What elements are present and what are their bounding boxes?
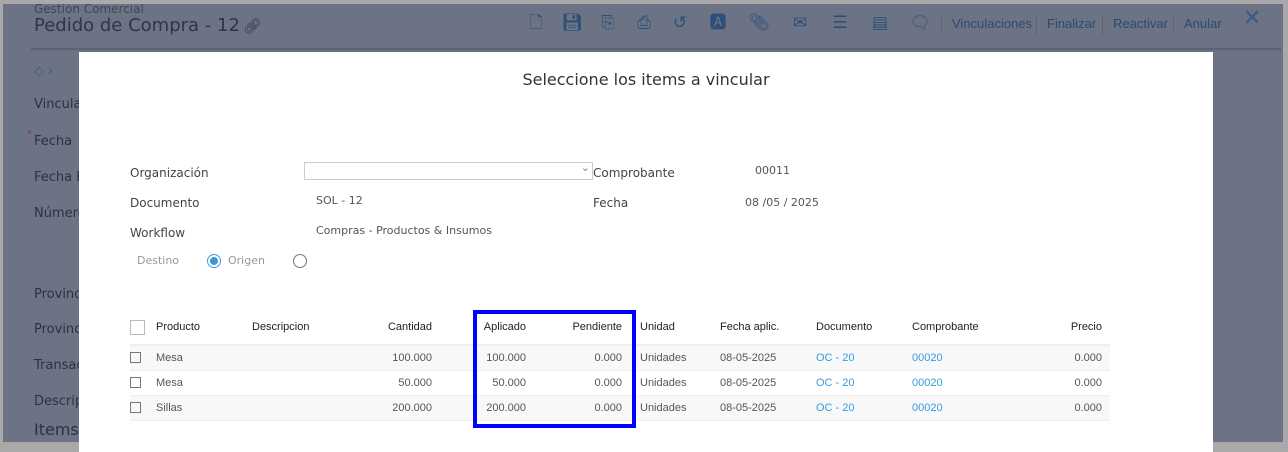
col-unidad[interactable]: Unidad	[624, 310, 720, 346]
cell-unidad: Unidades	[624, 395, 720, 421]
new-document-icon[interactable]: 🗋	[525, 12, 547, 34]
email-icon[interactable]: ✉	[789, 12, 811, 34]
vinculaciones-button[interactable]: Vinculaciones	[941, 15, 1042, 35]
items-section-title: Items	[34, 420, 79, 439]
organizacion-select[interactable]: ⌄	[304, 161, 593, 180]
divider	[31, 48, 1281, 50]
cell-descripcion	[252, 345, 344, 371]
comment-icon[interactable]: 🗨︎	[909, 12, 931, 34]
history-icon[interactable]: ↺	[669, 12, 691, 34]
tag-icon[interactable]: ◇ ›	[34, 64, 53, 79]
cell-precio: 0.000	[1008, 370, 1110, 396]
workflow-label: Workflow	[130, 226, 186, 240]
comprobante-value: 00011	[755, 164, 790, 177]
cell-precio: 0.000	[1008, 395, 1110, 421]
form-label: Transac	[34, 358, 84, 373]
close-icon[interactable]: ✕	[1243, 6, 1261, 31]
comprobante-label: Comprobante	[593, 166, 675, 180]
required-marker: *	[27, 129, 32, 140]
destino-radio[interactable]	[293, 254, 307, 268]
print-icon[interactable]: ⎙	[633, 12, 655, 34]
cell-comprobante[interactable]: 00020	[912, 345, 1008, 371]
documento-value: SOL - 12	[316, 194, 363, 207]
cell-fecha: 08-05-2025	[720, 345, 816, 371]
form-label: Númerc	[34, 206, 85, 221]
highlight-box	[473, 310, 636, 428]
cell-cantidad: 50.000	[344, 370, 432, 396]
reactivar-button[interactable]: Reactivar	[1102, 15, 1178, 35]
checkbox-cell	[130, 345, 156, 371]
col-fecha-aplic[interactable]: Fecha aplic.	[720, 310, 816, 346]
row-checkbox[interactable]	[130, 352, 141, 364]
form-label: Provinc	[34, 322, 82, 337]
form-label: Fecha	[34, 134, 73, 149]
cell-fecha: 08-05-2025	[720, 395, 816, 421]
cell-descripcion	[252, 370, 344, 396]
cell-documento[interactable]: OC - 20	[816, 395, 912, 421]
documento-label: Documento	[130, 196, 200, 210]
text-document-icon[interactable]: 🅰︎	[707, 12, 729, 34]
workflow-value: Compras - Productos & Insumos	[316, 224, 492, 237]
page-title: Pedido de Compra - 12 🔗︎	[34, 15, 262, 36]
cell-documento[interactable]: OC - 20	[816, 345, 912, 371]
cell-precio: 0.000	[1008, 345, 1110, 371]
col-producto[interactable]: Producto	[156, 310, 252, 346]
col-documento[interactable]: Documento	[816, 310, 912, 346]
link-icon[interactable]: 🔗︎	[243, 17, 262, 35]
cell-unidad: Unidades	[624, 370, 720, 396]
finalizar-button[interactable]: Finalizar	[1036, 15, 1106, 35]
row-checkbox[interactable]	[130, 402, 141, 414]
origen-label: Origen	[228, 254, 265, 267]
save-icon[interactable]: 💾︎	[561, 12, 583, 34]
organizacion-label: Organización	[130, 166, 209, 180]
cell-producto: Sillas	[156, 395, 252, 421]
copy-icon[interactable]: ⎘	[597, 12, 619, 34]
fecha-value: 08 /05 / 2025	[745, 196, 819, 209]
form-label: Descrip	[34, 394, 84, 409]
link-items-modal: Seleccione los items a vincular Organiza…	[79, 52, 1213, 452]
chevron-down-icon: ⌄	[580, 161, 590, 174]
cell-unidad: Unidades	[624, 345, 720, 371]
cell-comprobante[interactable]: 00020	[912, 395, 1008, 421]
form-label: Fecha E	[34, 170, 85, 185]
fecha-label: Fecha	[593, 196, 629, 210]
cell-cantidad: 200.000	[344, 395, 432, 421]
cell-producto: Mesa	[156, 345, 252, 371]
cell-descripcion	[252, 395, 344, 421]
report-icon[interactable]: ▤	[869, 12, 891, 34]
destino-label: Destino	[137, 254, 180, 267]
cell-documento[interactable]: OC - 20	[816, 370, 912, 396]
col-precio[interactable]: Precio	[1008, 310, 1110, 346]
cell-cantidad: 100.000	[344, 345, 432, 371]
select-all-checkbox[interactable]	[130, 319, 145, 335]
attachment-icon[interactable]: 📎︎	[748, 12, 770, 34]
cell-fecha: 08-05-2025	[720, 370, 816, 396]
cell-producto: Mesa	[156, 370, 252, 396]
col-descripcion[interactable]: Descripcion	[252, 310, 344, 346]
form-label: Provinc	[34, 287, 82, 302]
col-cantidad[interactable]: Cantidad	[344, 310, 432, 346]
modal-title: Seleccione los items a vincular	[522, 70, 770, 89]
checklist-icon[interactable]: ☰	[829, 12, 851, 34]
origen-radio[interactable]	[207, 254, 221, 268]
row-checkbox[interactable]	[130, 377, 141, 389]
anular-button[interactable]: Anular	[1173, 15, 1232, 35]
page-title-text: Pedido de Compra - 12	[34, 15, 240, 36]
checkbox-cell	[130, 370, 156, 396]
col-comprobante[interactable]: Comprobante	[912, 310, 1008, 346]
checkbox-cell	[130, 395, 156, 421]
cell-comprobante[interactable]: 00020	[912, 370, 1008, 396]
